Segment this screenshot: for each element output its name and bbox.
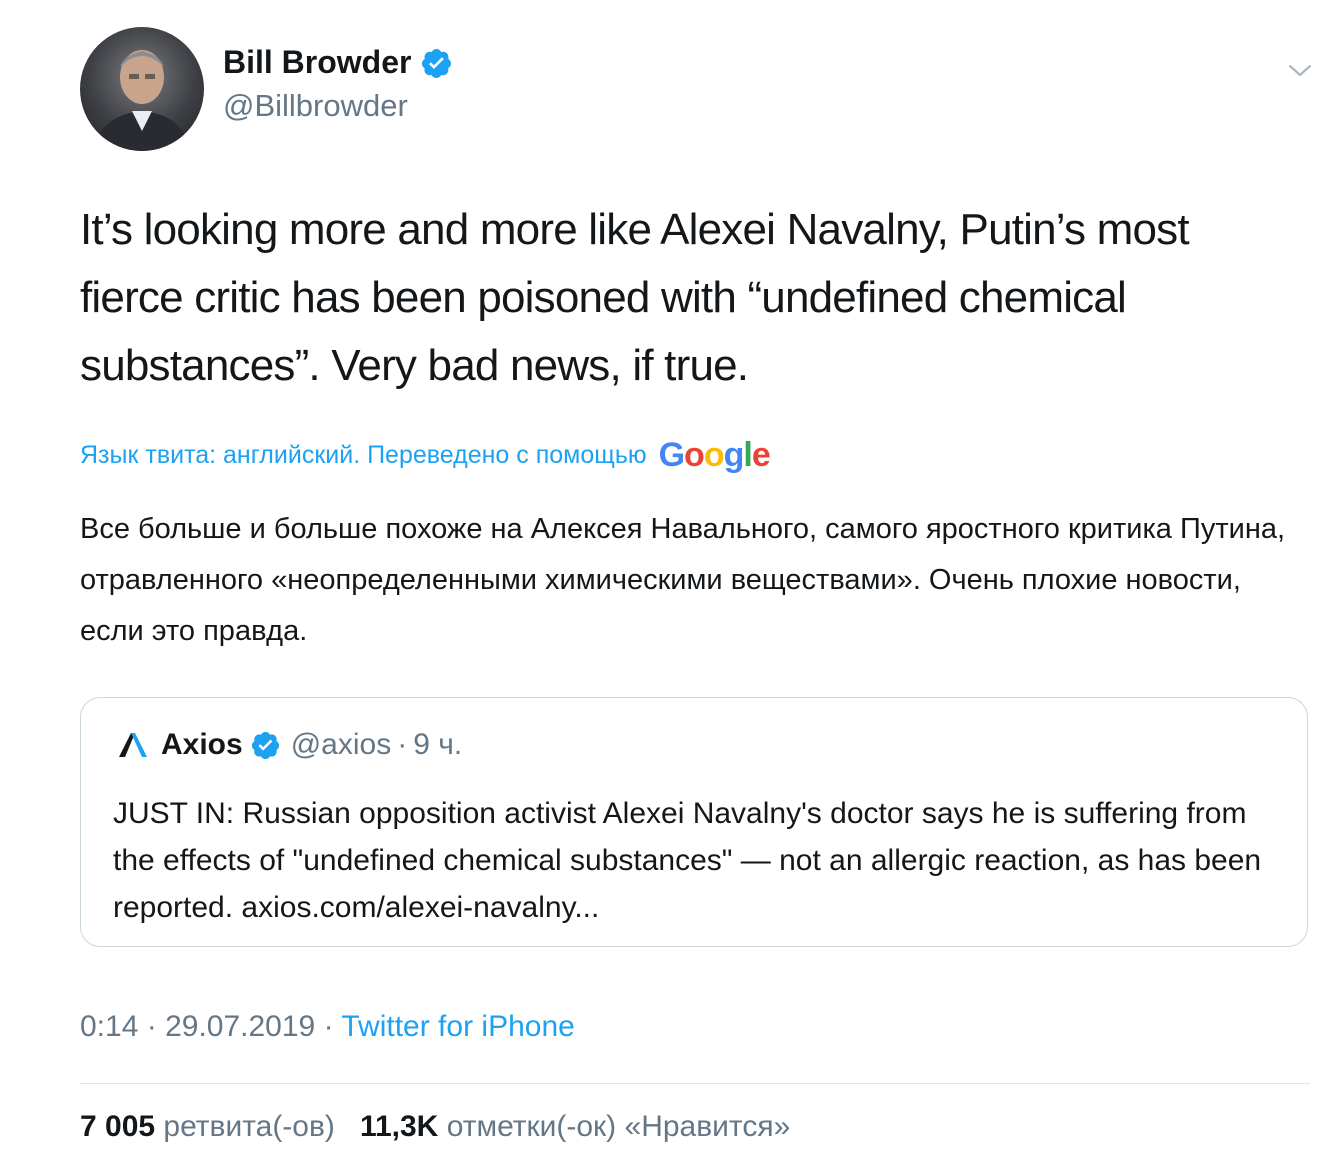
google-letter: g [723,436,745,474]
likes-stat[interactable]: 11,3K отметки(-ок) «Нравится» [360,1110,790,1143]
google-letter: o [684,436,705,474]
quoted-author-name: Axios [161,728,243,761]
translated-text: Все больше и больше похоже на Алексея На… [80,513,1286,647]
retweets-count: 7 005 [80,1110,156,1143]
author-handle[interactable]: @Billbrowder [223,88,408,124]
verified-badge-icon [251,731,279,760]
quoted-author-handle: @axios [290,728,392,761]
translation-attribution[interactable]: Язык твита: английский. Переведено с пом… [80,436,771,475]
retweets-stat[interactable]: 7 005 ретвита(-ов) [80,1110,343,1143]
tweet-date[interactable]: 29.07.2019 [165,1010,315,1043]
tweet-stats: 7 005 ретвита(-ов) 11,3K отметки(-ок) «Н… [80,1110,790,1144]
tweet-meta: 0:14 · 29.07.2019 · Twitter for iPhone [80,1010,575,1044]
separator-dot: · [397,728,408,761]
author-name-row[interactable]: Bill Browder [223,44,453,81]
google-letter: G [658,436,685,474]
author-name[interactable]: Bill Browder [223,44,411,81]
tweet-time[interactable]: 0:14 [80,1010,138,1043]
quoted-tweet-header: Axios @axios · 9 ч. [117,728,462,762]
verified-badge-icon [422,48,452,78]
tweet-text: It’s looking more and more like Alexei N… [80,205,1190,390]
divider [80,1083,1310,1084]
google-letter: e [751,436,771,474]
avatar-photo [94,50,190,151]
google-logo: G o o g l e [658,436,771,475]
likes-count: 11,3K [359,1110,439,1143]
axios-logo-icon [119,733,147,757]
tweet-source-link[interactable]: Twitter for iPhone [341,1010,574,1043]
separator-dot: · [146,1010,157,1043]
quoted-tweet-text: JUST IN: Russian opposition activist Ale… [113,797,1262,924]
google-letter: l [743,436,753,474]
quoted-tweet-card[interactable]: Axios @axios · 9 ч. JUST IN: Russian opp… [80,697,1308,947]
google-letter: o [703,436,725,474]
quoted-timestamp: 9 ч. [413,728,463,761]
chevron-down-icon[interactable] [1286,56,1314,84]
likes-label: отметки(-ок) «Нравится» [446,1110,791,1143]
translation-label[interactable]: Язык твита: английский. Переведено с пом… [80,441,647,470]
separator-dot: · [323,1010,334,1043]
retweets-label: ретвита(-ов) [163,1110,335,1143]
avatar[interactable] [80,27,204,151]
